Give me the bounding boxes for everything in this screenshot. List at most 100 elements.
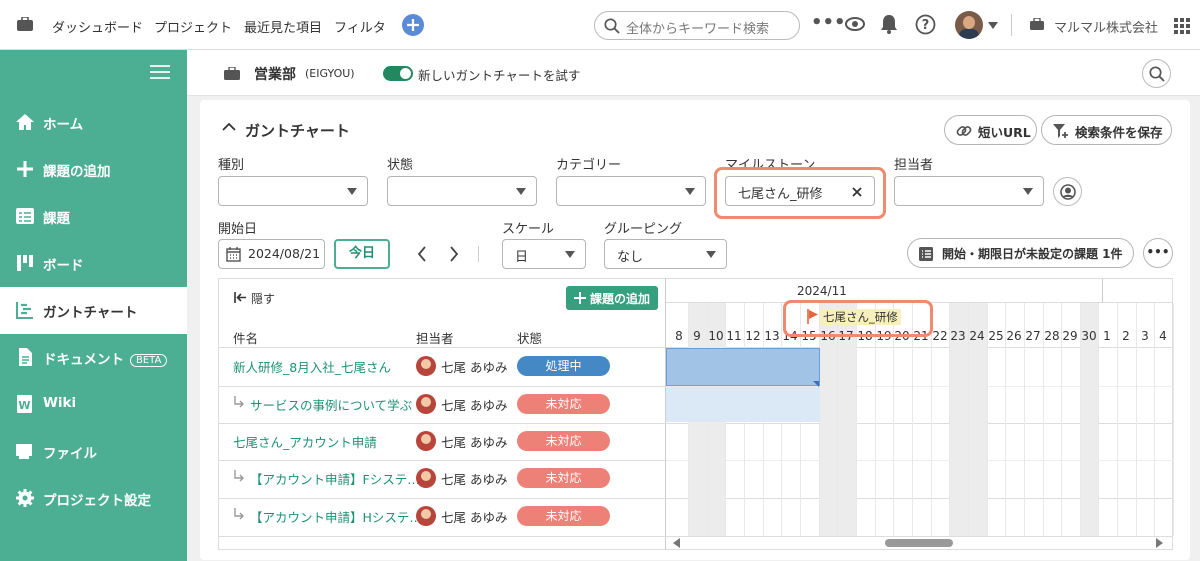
nav-filter[interactable]: フィルタ	[334, 17, 386, 36]
divider	[1011, 14, 1012, 36]
scroll-left-icon[interactable]	[673, 538, 681, 548]
milestone-flag-highlight	[783, 300, 933, 337]
category-select[interactable]	[556, 176, 706, 206]
apps-grid-icon[interactable]	[1174, 18, 1190, 34]
issue-name[interactable]: 【アカウント申請】Hシステ…	[250, 507, 422, 526]
chevron-down-icon	[685, 188, 695, 195]
sidebar-item-add-issue[interactable]: 課題の追加	[0, 146, 187, 193]
status-badge: 未対応	[517, 431, 610, 451]
day-label: 1	[1103, 329, 1111, 343]
month-label: 2024/11	[797, 284, 847, 298]
day-label: 13	[764, 329, 780, 343]
global-search[interactable]: 全体からキーワード検索	[594, 11, 800, 40]
assignee-select[interactable]	[894, 176, 1044, 206]
search-icon	[604, 18, 620, 34]
day-label: 8	[675, 329, 683, 343]
org-name[interactable]: マルマル株式会社	[1054, 17, 1158, 36]
sidebar-item-home[interactable]: ホーム	[0, 99, 187, 146]
avatar	[416, 356, 436, 376]
sidebar-item-label: プロジェクト設定	[43, 493, 151, 509]
chevron-down-icon	[706, 251, 716, 258]
short-url-button[interactable]: 短いURL	[944, 115, 1037, 145]
new-gantt-toggle-label: 新しいガントチャートを試す	[418, 68, 581, 83]
hide-button[interactable]: 隠す	[251, 290, 275, 307]
avatar	[416, 431, 436, 451]
add-button[interactable]	[402, 14, 424, 36]
sidebar-item-gantt[interactable]: ガントチャート	[0, 287, 187, 334]
today-button[interactable]: 今日	[334, 239, 390, 269]
sidebar-item-board[interactable]: ボード	[0, 240, 187, 287]
chevron-down-icon	[347, 188, 357, 195]
save-search-button[interactable]: 検索条件を保存	[1041, 115, 1172, 145]
list-icon	[16, 208, 34, 224]
more-options-icon[interactable]: •••	[1143, 238, 1173, 268]
more-icon[interactable]: •••	[811, 12, 846, 33]
day-label: 4	[1159, 329, 1167, 343]
project-header: 営業部 (EIGYOU) 新しいガントチャートを試す	[187, 50, 1200, 96]
day-label: 22	[932, 329, 948, 343]
type-select[interactable]	[218, 176, 368, 206]
chevron-left-icon[interactable]	[416, 245, 428, 263]
day-label: 3	[1141, 329, 1149, 343]
sidebar-item-issues[interactable]: 課題	[0, 193, 187, 240]
avatar	[416, 394, 436, 414]
briefcase-icon[interactable]	[17, 17, 33, 31]
user-avatar[interactable]	[955, 11, 983, 39]
issue-name[interactable]: 【アカウント申請】Fシステ…	[250, 469, 420, 488]
eye-icon[interactable]	[845, 16, 865, 32]
scale-select[interactable]: 日	[502, 239, 586, 269]
issue-name[interactable]: 七尾さん_アカウント申請	[233, 432, 377, 451]
save-search-label: 検索条件を保存	[1075, 125, 1163, 140]
sidebar: ホーム 課題の追加 課題 ボード ガントチャート ドキュメント BETA W Wi…	[0, 50, 187, 561]
nav-projects[interactable]: プロジェクト	[154, 17, 232, 36]
sidebar-item-wiki[interactable]: W Wiki	[0, 381, 187, 428]
chevron-down-icon[interactable]	[988, 22, 998, 29]
add-issue-button[interactable]: 課題の追加	[566, 286, 658, 310]
folder-icon	[16, 444, 32, 459]
chevron-right-icon[interactable]	[448, 245, 460, 263]
new-gantt-toggle[interactable]	[383, 66, 413, 81]
search-icon	[1149, 66, 1165, 82]
gantt-bar-parent[interactable]	[666, 348, 820, 386]
chevron-down-icon	[1023, 188, 1033, 195]
unscheduled-issues-button[interactable]: 開始・期限日が未設定の課題 1件	[907, 238, 1134, 268]
day-label: 10	[708, 329, 724, 343]
nav-dashboard[interactable]: ダッシュボード	[52, 17, 143, 36]
col-name-header: 件名	[233, 331, 259, 346]
user-icon	[1060, 184, 1076, 200]
start-date-input[interactable]: 2024/08/21	[218, 239, 325, 269]
assign-to-me-button[interactable]	[1053, 177, 1082, 206]
home-icon	[16, 114, 34, 130]
issue-name[interactable]: 新人研修_8月入社_七尾さん	[233, 357, 391, 376]
chevron-down-icon	[565, 251, 575, 258]
avatar	[416, 468, 436, 488]
help-icon[interactable]: ?	[915, 14, 936, 35]
col-assignee-header: 担当者	[416, 331, 454, 346]
day-label: 30	[1081, 329, 1097, 343]
document-icon	[19, 348, 32, 366]
project-name[interactable]: 営業部	[254, 64, 296, 84]
scroll-right-icon[interactable]	[1155, 538, 1163, 548]
day-label: 27	[1025, 329, 1041, 343]
gantt-bar-child[interactable]	[666, 387, 820, 422]
status-select[interactable]	[387, 176, 537, 206]
collapse-chevron-icon[interactable]	[221, 122, 237, 132]
project-search-button[interactable]	[1142, 59, 1171, 88]
horizontal-scrollbar-thumb[interactable]	[885, 539, 953, 547]
issue-assignee: 七尾 あゆみ	[441, 360, 508, 375]
collapse-left-icon[interactable]	[234, 292, 247, 303]
issue-name[interactable]: サービスの事例について学ぶ	[250, 395, 412, 414]
sidebar-item-files[interactable]: ファイル	[0, 428, 187, 475]
day-gridline	[1173, 303, 1174, 536]
org-icon	[1030, 18, 1044, 30]
board-icon	[17, 255, 33, 271]
page-title: ガントチャート	[245, 122, 350, 140]
sidebar-item-settings[interactable]: プロジェクト設定	[0, 475, 187, 522]
menu-icon[interactable]	[150, 64, 170, 80]
sidebar-item-documents[interactable]: ドキュメント BETA	[0, 334, 187, 381]
filter-status-label: 状態	[387, 158, 414, 173]
bell-icon[interactable]	[880, 14, 898, 34]
row-divider	[219, 498, 665, 499]
nav-recent[interactable]: 最近見た項目	[244, 17, 322, 36]
grouping-select[interactable]: なし	[604, 239, 727, 269]
